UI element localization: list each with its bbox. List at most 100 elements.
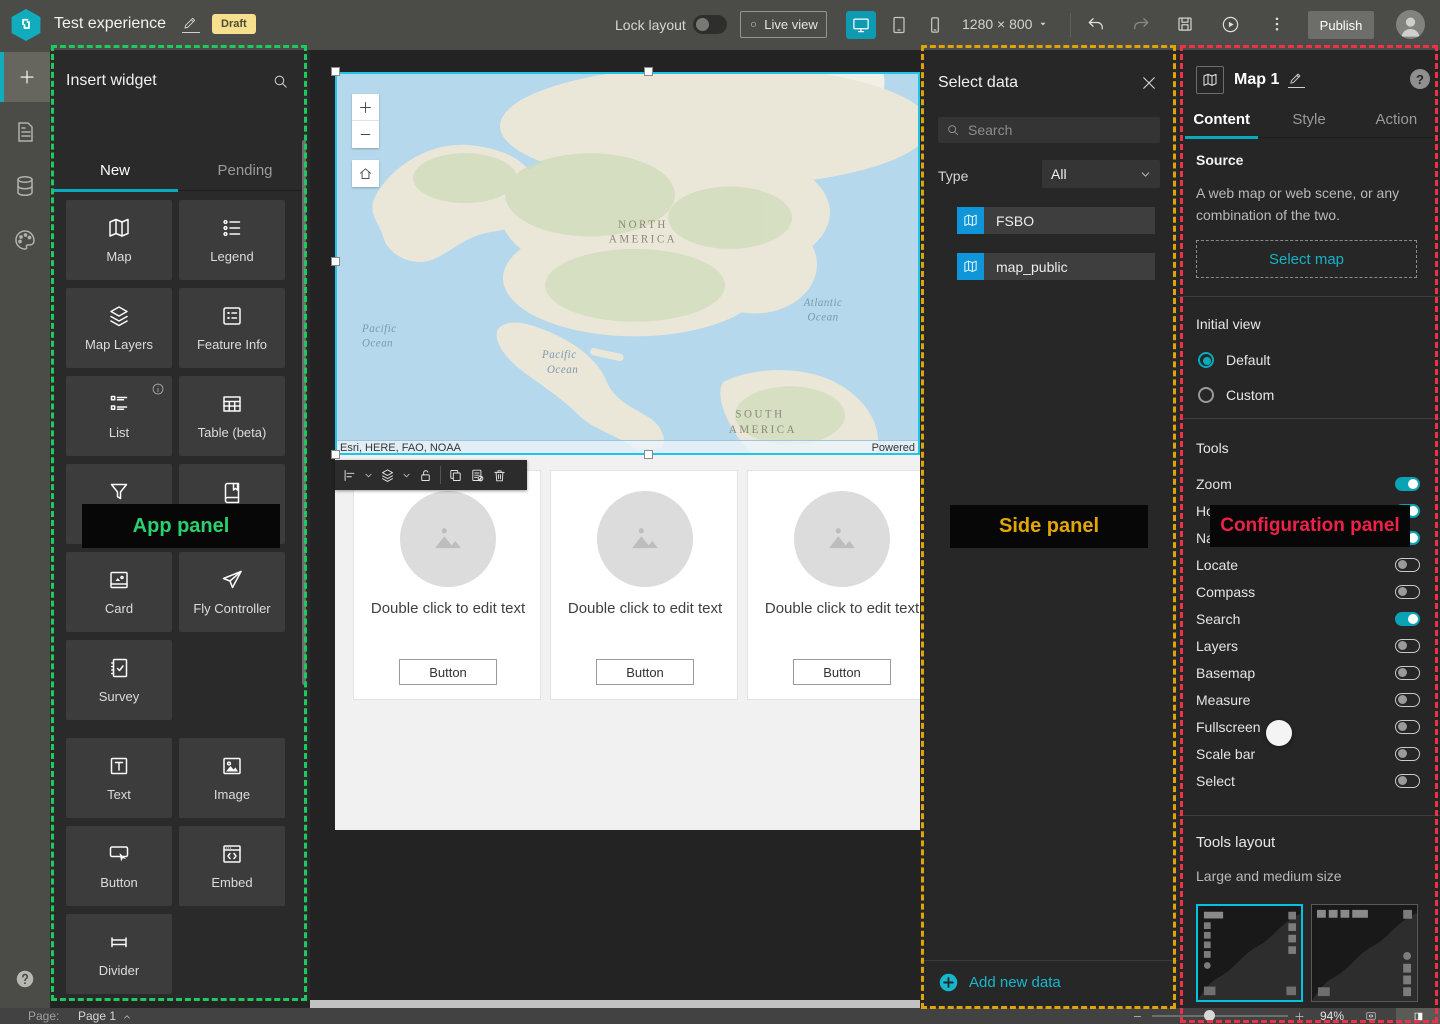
- panel-visibility-button[interactable]: [1396, 1008, 1440, 1024]
- compass-toggle[interactable]: [1395, 585, 1420, 599]
- resize-handle-middle-left[interactable]: [331, 257, 340, 266]
- canvas-horizontal-scrollbar[interactable]: [310, 1000, 920, 1008]
- layers-toggle[interactable]: [1395, 639, 1420, 653]
- scale-bar-toggle[interactable]: [1395, 747, 1420, 761]
- tab-action[interactable]: Action: [1353, 106, 1440, 137]
- close-panel-button[interactable]: [1140, 74, 1158, 92]
- add-new-data-button[interactable]: Add new data: [938, 972, 1061, 993]
- card-widget[interactable]: Double click to edit text Button: [550, 470, 738, 700]
- live-view-button[interactable]: Live view: [740, 11, 827, 38]
- tablet-view-button[interactable]: [884, 11, 914, 39]
- tools-layout-option-2[interactable]: [1311, 904, 1418, 1002]
- lock-layout-toggle[interactable]: [693, 15, 727, 34]
- fullscreen-toggle[interactable]: [1395, 720, 1420, 734]
- widget-tile-image[interactable]: Image: [179, 738, 285, 818]
- desktop-view-button[interactable]: [846, 11, 876, 39]
- duplicate-icon[interactable]: [448, 468, 463, 483]
- card-button[interactable]: Button: [793, 659, 891, 685]
- map-zoom-in-button[interactable]: [352, 94, 379, 121]
- resolution-dropdown[interactable]: 1280 × 800: [962, 16, 1049, 32]
- page-selector[interactable]: Page 1: [78, 1009, 116, 1023]
- widget-tile-map[interactable]: Map: [66, 200, 172, 280]
- initial-view-default-option[interactable]: Default: [1198, 352, 1270, 368]
- tab-content[interactable]: Content: [1178, 106, 1265, 137]
- help-button[interactable]: [14, 968, 36, 990]
- fit-to-window-icon[interactable]: [1364, 1010, 1378, 1022]
- card-button[interactable]: Button: [596, 659, 694, 685]
- widget-tile-button[interactable]: Button: [66, 826, 172, 906]
- card-editable-text[interactable]: Double click to edit text: [758, 597, 920, 620]
- data-rail-button[interactable]: [13, 174, 37, 198]
- locate-toggle[interactable]: [1395, 558, 1420, 572]
- tab-new[interactable]: New: [50, 150, 180, 190]
- tab-pending[interactable]: Pending: [180, 150, 310, 190]
- widget-tile-survey[interactable]: Survey: [66, 640, 172, 720]
- resize-handle-bottom-center[interactable]: [644, 450, 653, 459]
- widget-tile-divider[interactable]: Divider: [66, 914, 172, 994]
- user-avatar[interactable]: [1396, 10, 1425, 39]
- card-editable-text[interactable]: Double click to edit text: [364, 597, 532, 620]
- resize-handle-top-center[interactable]: [644, 67, 653, 76]
- image-placeholder[interactable]: [794, 491, 890, 587]
- remove-data-icon[interactable]: [470, 468, 485, 483]
- basemap-toggle[interactable]: [1395, 666, 1420, 680]
- chevron-down-icon[interactable]: [364, 471, 373, 480]
- map-home-button[interactable]: [352, 160, 379, 187]
- select-toggle[interactable]: [1395, 774, 1420, 788]
- chevron-down-icon[interactable]: [402, 471, 411, 480]
- widget-tile-legend[interactable]: Legend: [179, 200, 285, 280]
- publish-button[interactable]: Publish: [1308, 11, 1374, 39]
- data-item-fsbo[interactable]: FSBO: [957, 207, 1155, 234]
- data-item-map_public[interactable]: map_public: [957, 253, 1155, 280]
- more-options-button[interactable]: [1268, 15, 1288, 35]
- canvas-zoom-slider[interactable]: [1152, 1015, 1288, 1017]
- widget-tile-embed[interactable]: Embed: [179, 826, 285, 906]
- rename-experience-icon[interactable]: [182, 15, 200, 33]
- phone-view-button[interactable]: [920, 11, 950, 39]
- unlock-icon[interactable]: [418, 468, 433, 483]
- chevron-up-icon[interactable]: [122, 1012, 132, 1022]
- widget-tile-feature-info[interactable]: Feature Info: [179, 288, 285, 368]
- redo-button[interactable]: [1131, 15, 1151, 35]
- map-zoom-out-button[interactable]: [352, 121, 379, 148]
- rename-widget-icon[interactable]: [1288, 71, 1305, 88]
- zoom-slider-knob[interactable]: [1204, 1010, 1215, 1021]
- widget-search-button[interactable]: [272, 73, 289, 90]
- measure-toggle[interactable]: [1395, 693, 1420, 707]
- delete-icon[interactable]: [492, 468, 507, 483]
- widget-tile-card[interactable]: Card: [66, 552, 172, 632]
- data-search-input[interactable]: [968, 122, 1128, 138]
- app-logo-icon[interactable]: [10, 9, 42, 41]
- page-rail-button[interactable]: [13, 120, 37, 144]
- insert-widget-rail-button[interactable]: [0, 52, 50, 102]
- zoom-toggle[interactable]: [1395, 477, 1420, 491]
- image-placeholder[interactable]: [597, 491, 693, 587]
- resize-handle-top-left[interactable]: [331, 67, 340, 76]
- widget-tile-text[interactable]: Text: [66, 738, 172, 818]
- widget-tile-table-beta[interactable]: Table (beta): [179, 376, 285, 456]
- undo-button[interactable]: [1086, 15, 1106, 35]
- map-widget[interactable]: NORTH AMERICA Atlantic Ocean Pacific Oce…: [335, 72, 920, 455]
- image-placeholder[interactable]: [400, 491, 496, 587]
- initial-view-custom-option[interactable]: Custom: [1198, 387, 1274, 403]
- widget-tile-list[interactable]: List: [66, 376, 172, 456]
- tools-layout-option-1[interactable]: [1196, 904, 1303, 1002]
- theme-rail-button[interactable]: [13, 228, 37, 252]
- widget-help-button[interactable]: ?: [1410, 69, 1430, 89]
- save-button[interactable]: [1176, 15, 1196, 35]
- zoom-out-canvas-icon[interactable]: [1132, 1011, 1143, 1022]
- select-map-button[interactable]: Select map: [1196, 240, 1417, 278]
- search-toggle[interactable]: [1395, 612, 1420, 626]
- tab-style[interactable]: Style: [1265, 106, 1352, 137]
- widget-tile-map-layers[interactable]: Map Layers: [66, 288, 172, 368]
- order-layers-icon[interactable]: [380, 468, 395, 483]
- card-widget[interactable]: Double click to edit text Button: [353, 470, 541, 700]
- align-icon[interactable]: [342, 468, 357, 483]
- zoom-in-canvas-icon[interactable]: [1294, 1011, 1305, 1022]
- card-widget[interactable]: Double click to edit text Button: [747, 470, 920, 700]
- card-button[interactable]: Button: [399, 659, 497, 685]
- panel-scrollbar[interactable]: [302, 140, 306, 685]
- preview-button[interactable]: [1221, 15, 1241, 35]
- info-icon[interactable]: [151, 382, 165, 396]
- card-editable-text[interactable]: Double click to edit text: [561, 597, 729, 620]
